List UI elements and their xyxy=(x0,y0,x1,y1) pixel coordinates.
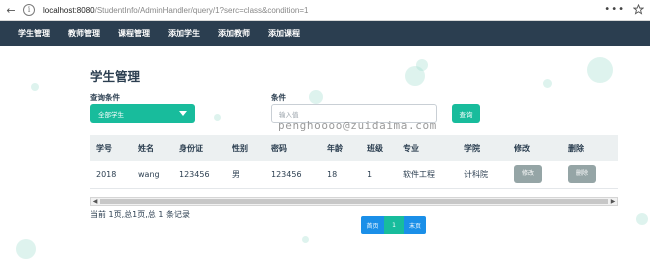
column-header-name: 姓名 xyxy=(138,143,154,153)
bookmark-star-icon[interactable] xyxy=(633,4,644,15)
bg-bubble xyxy=(16,239,36,259)
cell-age: 18 xyxy=(327,169,338,179)
column-header-class: 班级 xyxy=(367,143,383,153)
column-header-major: 专业 xyxy=(403,143,419,153)
scrollbar-thumb[interactable] xyxy=(100,199,608,204)
cell-college: 计科院 xyxy=(464,169,488,179)
cell-delete: 删除 xyxy=(562,161,618,188)
student-table: 学号 姓名 身份证 性别 密码 年龄 班级 专业 学院 修改 删除 2018 w… xyxy=(90,135,618,189)
scroll-left-icon[interactable]: ◀ xyxy=(91,198,99,205)
back-arrow-icon[interactable]: ← xyxy=(5,4,17,17)
bg-bubble xyxy=(543,79,552,88)
info-icon[interactable]: i xyxy=(23,4,35,16)
first-page-button[interactable]: 首页 xyxy=(361,216,384,234)
cell-password: 123456 xyxy=(271,169,302,179)
horizontal-scrollbar[interactable]: ◀ ▶ xyxy=(90,197,618,206)
condition-select-value: 全部学生 xyxy=(98,110,124,119)
nav-item-teacher-management[interactable]: 教师管理 xyxy=(68,28,100,39)
column-header-gender: 性别 xyxy=(232,143,248,153)
top-navbar: 学生管理 教师管理 课程管理 添加学生 添加教师 添加课程 xyxy=(0,21,650,46)
delete-button[interactable]: 删除 xyxy=(568,165,596,184)
cell-edit: 修改 xyxy=(508,161,562,188)
address-bar-actions: ••• xyxy=(604,4,644,15)
bg-bubble xyxy=(302,236,309,243)
table-header-row: 学号 姓名 身份证 性别 密码 年龄 班级 专业 学院 修改 删除 xyxy=(90,135,618,161)
url-field[interactable]: localhost:8080/StudentInfo/AdminHandler/… xyxy=(43,6,309,15)
browser-address-bar: ← i localhost:8080/StudentInfo/AdminHand… xyxy=(0,0,650,21)
bg-bubble xyxy=(636,213,648,225)
watermark-text: penghoooo@zuidaima.com xyxy=(278,119,437,132)
page-root: ← i localhost:8080/StudentInfo/AdminHand… xyxy=(0,0,650,271)
column-header-age: 年龄 xyxy=(327,143,343,153)
cell-class: 1 xyxy=(367,169,373,179)
page-number-button[interactable]: 1 xyxy=(384,216,404,234)
record-summary: 当前 1页,总1页,总 1 条记录 xyxy=(90,210,190,219)
student-table-container: 学号 姓名 身份证 性别 密码 年龄 班级 专业 学院 修改 删除 2018 w… xyxy=(90,135,618,189)
cell-id: 2018 xyxy=(96,169,117,179)
bg-bubble xyxy=(587,57,613,83)
bg-bubble xyxy=(31,83,39,91)
cell-idcard: 123456 xyxy=(179,169,210,179)
cell-major: 软件工程 xyxy=(403,169,435,179)
column-header-delete: 删除 xyxy=(568,143,584,153)
condition-select[interactable]: 全部学生 xyxy=(90,104,195,123)
column-header-college: 学院 xyxy=(464,143,480,153)
condition-input-placeholder: 输入值 xyxy=(279,110,299,119)
cell-gender: 男 xyxy=(232,169,240,179)
more-icon[interactable]: ••• xyxy=(604,4,625,15)
nav-item-course-management[interactable]: 课程管理 xyxy=(118,28,150,39)
column-header-idcard: 身份证 xyxy=(179,143,203,153)
bg-bubble xyxy=(416,59,428,71)
column-header-edit: 修改 xyxy=(514,143,530,153)
page-title: 学生管理 xyxy=(90,69,141,84)
condition-field-label: 条件 xyxy=(271,93,286,102)
column-header-id: 学号 xyxy=(96,143,112,153)
bg-bubble xyxy=(309,90,323,104)
query-button[interactable]: 查询 xyxy=(452,104,480,123)
nav-item-student-management[interactable]: 学生管理 xyxy=(18,28,50,39)
scroll-right-icon[interactable]: ▶ xyxy=(609,198,617,205)
edit-button[interactable]: 修改 xyxy=(514,165,542,184)
last-page-button[interactable]: 末页 xyxy=(404,216,426,234)
dropdown-caret-icon xyxy=(179,111,187,116)
nav-item-add-teacher[interactable]: 添加教师 xyxy=(218,28,250,39)
query-condition-label: 查询条件 xyxy=(90,93,120,102)
nav-item-add-course[interactable]: 添加课程 xyxy=(268,28,300,39)
table-row: 2018 wang 123456 男 123456 18 1 软件工程 计科院 … xyxy=(90,161,618,188)
url-host: localhost:8080 xyxy=(43,5,95,15)
column-header-password: 密码 xyxy=(271,143,287,153)
bg-bubble xyxy=(214,114,221,121)
url-path: /StudentInfo/AdminHandler/query/1?serc=c… xyxy=(94,5,309,15)
pagination: 首页 1 末页 xyxy=(361,216,426,234)
cell-name: wang xyxy=(138,169,160,179)
nav-item-add-student[interactable]: 添加学生 xyxy=(168,28,200,39)
